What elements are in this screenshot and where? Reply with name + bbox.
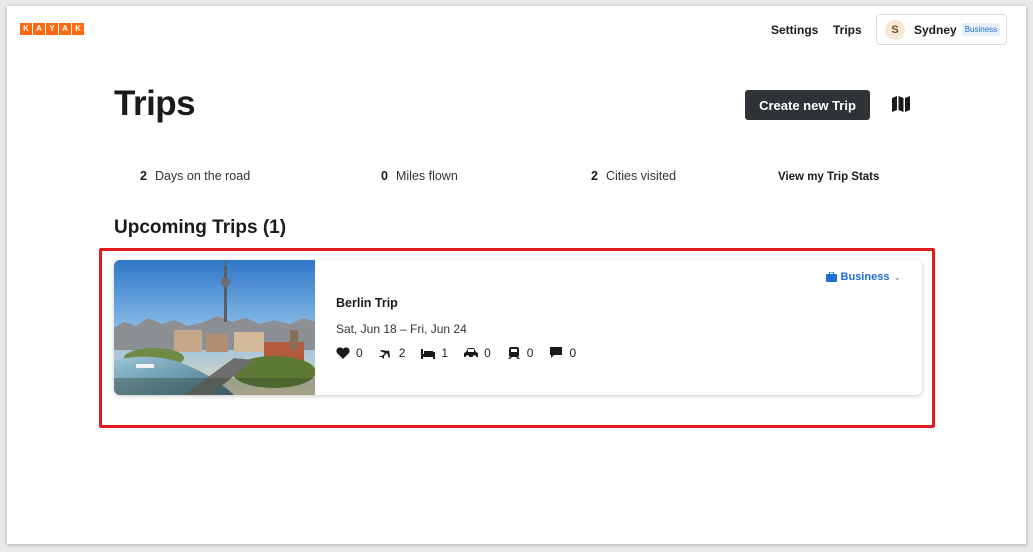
app-window: K A Y A K Settings Trips S Sydney Busine…: [7, 6, 1026, 544]
stat-label: Miles flown: [395, 169, 458, 183]
create-new-trip-button[interactable]: Create new Trip: [745, 90, 870, 120]
stat-label: Cities visited: [605, 169, 677, 183]
logo-letter: K: [72, 23, 84, 35]
upcoming-trips-heading: Upcoming Trips (1): [114, 217, 287, 238]
view-trip-stats-link[interactable]: View my Trip Stats: [778, 171, 879, 183]
stat-value: 2: [591, 169, 598, 183]
logo-letter: Y: [46, 23, 58, 35]
logo-letter: A: [33, 23, 45, 35]
nav-trips-link[interactable]: Trips: [833, 23, 862, 37]
stat-cities-visited: 2 Cities visited: [591, 169, 676, 183]
logo-letter: A: [59, 23, 71, 35]
logo-letter: K: [20, 23, 32, 35]
stat-value: 2: [140, 169, 147, 183]
stat-miles-flown: 0 Miles flown: [381, 169, 458, 183]
page-title: Trips: [114, 84, 196, 123]
highlight-frame: [99, 248, 935, 428]
account-menu-button[interactable]: S Sydney Business: [876, 14, 1007, 45]
nav-settings-link[interactable]: Settings: [771, 23, 818, 37]
stat-value: 0: [381, 169, 388, 183]
avatar: S: [885, 19, 905, 40]
stat-days-on-road: 2 Days on the road: [140, 169, 250, 183]
account-type-badge: Business: [961, 23, 1001, 36]
map-icon[interactable]: [892, 96, 910, 112]
user-name: Sydney: [914, 22, 957, 37]
stat-label: Days on the road: [154, 169, 251, 183]
kayak-logo[interactable]: K A Y A K: [20, 23, 84, 35]
